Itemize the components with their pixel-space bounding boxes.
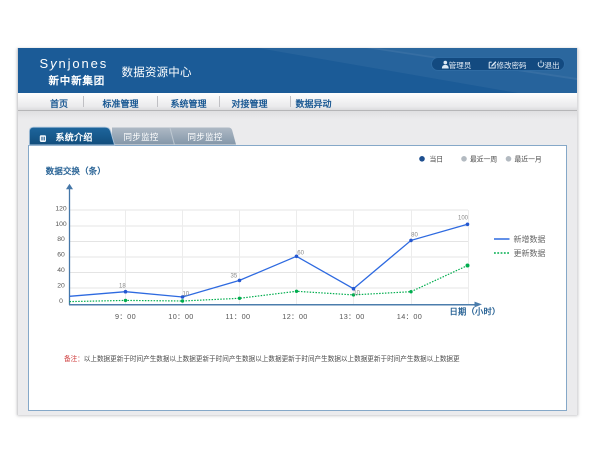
svg-text:备注：以上数据更新于时间产生数据以上数据更新于时间产生数据以: 备注：以上数据更新于时间产生数据以上数据更新于时间产生数据以上数据更新于时间产生… xyxy=(64,354,460,363)
svg-text:40: 40 xyxy=(57,267,65,274)
svg-text:最近一周: 最近一周 xyxy=(470,154,497,163)
svg-text:10: 10 xyxy=(182,291,189,297)
svg-text:11：00: 11：00 xyxy=(226,312,251,321)
svg-text:同步监控: 同步监控 xyxy=(124,132,159,142)
svg-text:0: 0 xyxy=(59,298,63,305)
svg-text:60: 60 xyxy=(297,250,304,256)
svg-text:60: 60 xyxy=(57,252,65,259)
svg-text:新增数据: 新增数据 xyxy=(514,234,546,244)
svg-text:13：00: 13：00 xyxy=(339,312,365,321)
svg-text:35: 35 xyxy=(231,274,238,280)
svg-text:数据交换（条）: 数据交换（条） xyxy=(46,166,106,176)
svg-text:120: 120 xyxy=(55,206,67,213)
svg-text:10：00: 10：00 xyxy=(168,312,194,321)
svg-text:18: 18 xyxy=(119,284,126,290)
svg-text:同步监控: 同步监控 xyxy=(188,132,223,142)
svg-text:系统介绍: 系统介绍 xyxy=(56,132,93,143)
svg-text:日期（小时）: 日期（小时） xyxy=(450,306,501,316)
svg-text:14：00: 14：00 xyxy=(397,312,423,321)
svg-text:当日: 当日 xyxy=(430,154,444,163)
svg-text:80: 80 xyxy=(411,233,418,239)
svg-text:12：00: 12：00 xyxy=(282,312,308,321)
svg-text:最近一月: 最近一月 xyxy=(515,154,542,163)
svg-text:100: 100 xyxy=(458,216,469,222)
svg-text:80: 80 xyxy=(57,236,65,243)
svg-text:更新数据: 更新数据 xyxy=(514,248,546,258)
svg-text:20: 20 xyxy=(57,283,65,290)
svg-text:100: 100 xyxy=(55,221,67,228)
svg-text:10: 10 xyxy=(353,291,360,297)
svg-text:9：00: 9：00 xyxy=(115,312,136,321)
